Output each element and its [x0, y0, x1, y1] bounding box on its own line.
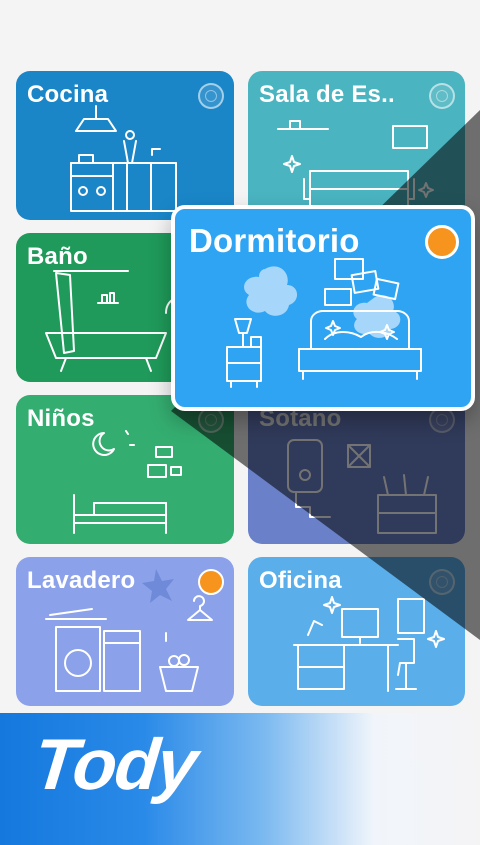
- room-tile-sala[interactable]: Sala de Es..: [248, 71, 465, 220]
- room-tile-oficina[interactable]: Oficina: [248, 557, 465, 706]
- brand-logo: Tody: [29, 725, 200, 805]
- room-checkbox[interactable]: [429, 83, 455, 109]
- room-label: Dormitorio: [189, 222, 360, 259]
- room-tile-lavadero[interactable]: Lavadero: [16, 557, 234, 706]
- room-selected-indicator[interactable]: [425, 225, 459, 259]
- room-tile-dormitorio[interactable]: Dormitorio: [171, 205, 475, 411]
- room-label: Cocina: [27, 81, 109, 108]
- room-checkbox[interactable]: [198, 83, 224, 109]
- room-tile-ninos[interactable]: Niños: [16, 395, 234, 544]
- room-label: Niños: [27, 405, 95, 432]
- room-tile-cocina[interactable]: Cocina: [16, 71, 234, 220]
- room-label: Baño: [27, 243, 88, 270]
- room-tile-sotano[interactable]: Sotano: [248, 395, 465, 544]
- room-label: Oficina: [259, 567, 342, 594]
- room-selected-indicator[interactable]: [198, 569, 224, 595]
- room-label: Sala de Es..: [259, 81, 395, 108]
- room-checkbox[interactable]: [429, 569, 455, 595]
- room-label: Lavadero: [27, 567, 136, 594]
